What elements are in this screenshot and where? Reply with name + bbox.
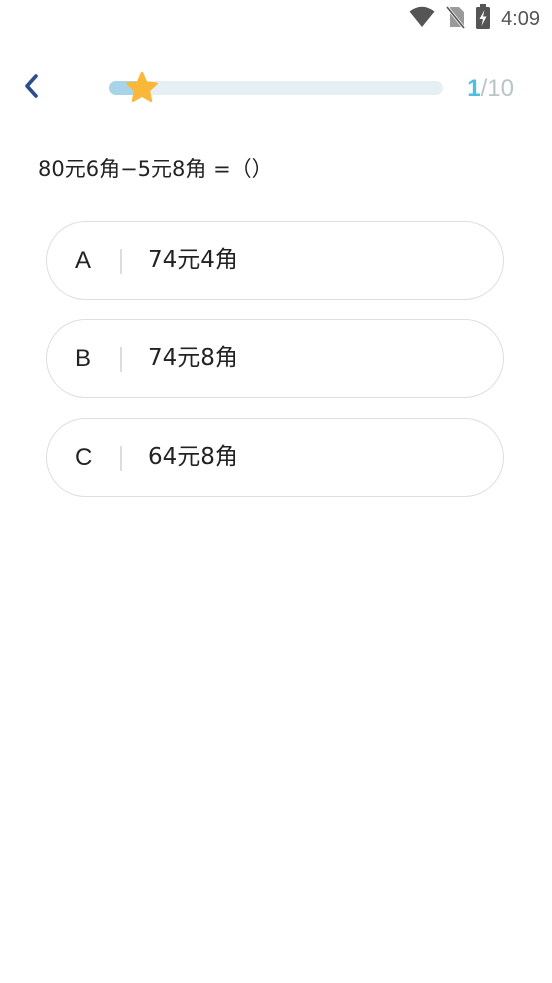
option-b[interactable]: B 74元8角 <box>46 319 504 398</box>
option-a[interactable]: A 74元4角 <box>46 221 504 300</box>
question-text: 80元6角−5元8角 =（） <box>38 157 273 181</box>
wifi-icon <box>409 6 435 32</box>
option-c[interactable]: C 64元8角 <box>46 418 504 497</box>
star-icon <box>125 71 159 105</box>
status-bar: 4:09 <box>0 0 552 38</box>
option-divider <box>120 446 122 471</box>
option-letter: C <box>75 444 93 471</box>
option-text: 64元8角 <box>148 444 238 470</box>
option-letter: B <box>75 345 92 372</box>
option-divider <box>120 249 122 274</box>
progress-bar <box>109 71 443 103</box>
no-sim-icon <box>445 5 466 33</box>
progress-current: 1 <box>467 75 481 102</box>
option-text: 74元4角 <box>148 247 238 273</box>
option-letter: A <box>75 247 92 274</box>
progress-total: 10 <box>487 75 514 102</box>
progress-counter: 1/10 <box>467 74 514 104</box>
status-icons: 4:09 <box>409 4 540 34</box>
option-text: 74元8角 <box>148 345 238 371</box>
chevron-left-icon <box>22 73 42 103</box>
back-button[interactable] <box>14 70 50 106</box>
option-divider <box>120 347 122 372</box>
status-time: 4:09 <box>501 8 540 30</box>
battery-charging-icon <box>475 4 491 34</box>
progress-track <box>109 81 443 95</box>
